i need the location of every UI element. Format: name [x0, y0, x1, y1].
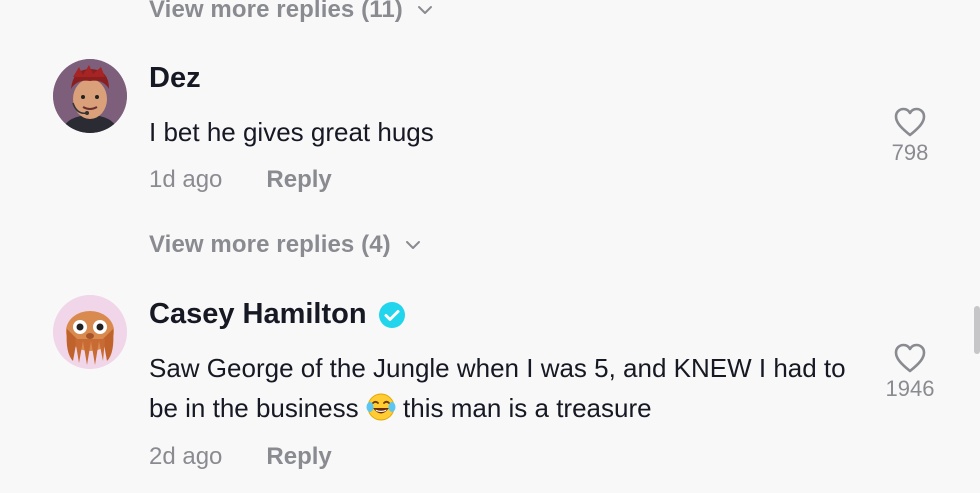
avatar[interactable] — [53, 59, 127, 133]
comment-text-part: this man is a treasure — [395, 393, 652, 423]
avatar[interactable] — [53, 295, 127, 369]
comment-text: I bet he gives great hugs — [149, 117, 434, 147]
face-with-tears-of-joy-icon — [366, 393, 396, 421]
chevron-down-icon — [417, 6, 432, 14]
heart-icon — [894, 107, 926, 137]
avatar-image — [53, 295, 127, 369]
comment-timestamp: 2d ago — [149, 443, 223, 470]
comment-timestamp: 1d ago — [149, 166, 223, 193]
comment-meta: 2d ago Reply — [149, 443, 332, 471]
scrollbar[interactable] — [974, 306, 980, 354]
view-more-replies-label: View more replies (4) — [149, 231, 391, 258]
username-label: Casey Hamilton — [149, 298, 367, 330]
heart-icon — [894, 343, 926, 373]
reply-button[interactable]: Reply — [266, 443, 331, 471]
username-label: Dez — [149, 62, 201, 94]
like-count: 1946 — [885, 376, 935, 401]
reply-button[interactable]: Reply — [266, 166, 331, 194]
like-count: 798 — [891, 140, 929, 165]
like-button[interactable]: 798 — [870, 106, 950, 166]
comment-text: Saw George of the Jungle when I was 5, a… — [149, 348, 849, 428]
comment-meta: 1d ago Reply — [149, 166, 332, 194]
view-more-replies-label: View more replies (11) — [149, 0, 403, 23]
chevron-down-icon — [405, 241, 420, 249]
verified-badge-icon — [378, 301, 405, 328]
view-more-replies-button[interactable]: View more replies (4) — [149, 231, 421, 259]
comment-username[interactable]: Dez — [149, 62, 201, 95]
avatar-image — [53, 59, 127, 133]
like-button[interactable]: 1946 — [870, 342, 950, 402]
comment-username[interactable]: Casey Hamilton — [149, 298, 405, 331]
view-more-replies-button[interactable]: View more replies (11) — [149, 0, 433, 24]
